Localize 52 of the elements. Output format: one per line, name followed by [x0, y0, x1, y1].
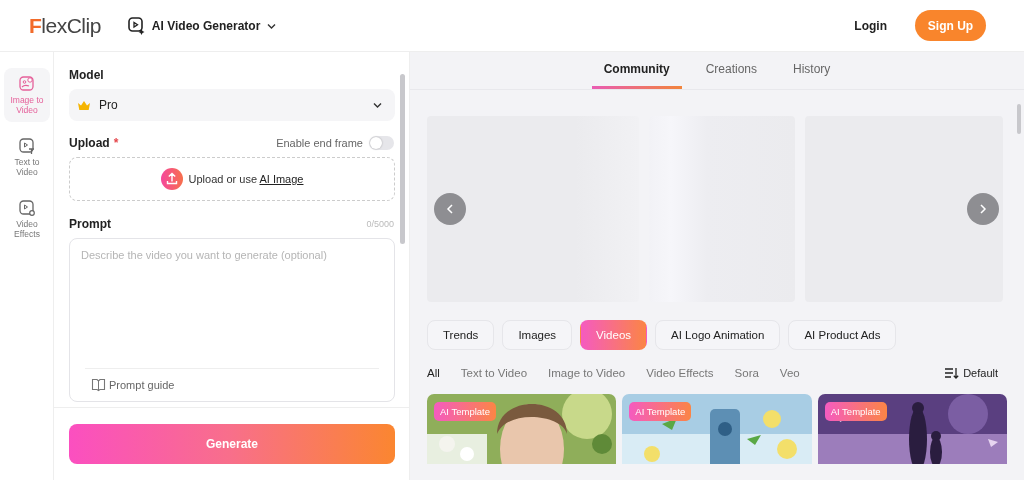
- toggle-switch[interactable]: [369, 136, 394, 150]
- sidebar-item[interactable]: Image to Video: [4, 68, 50, 122]
- category-chip[interactable]: Trends: [427, 320, 495, 350]
- filter-tab[interactable]: Sora: [734, 367, 759, 379]
- login-button[interactable]: Login: [848, 17, 893, 34]
- tab[interactable]: Creations: [693, 62, 769, 89]
- filter-tab[interactable]: Text to Video: [460, 367, 528, 379]
- prompt-guide-button[interactable]: Prompt guide: [85, 368, 379, 393]
- book-icon: [91, 377, 106, 392]
- upload-text: Upload or use AI Image: [188, 173, 304, 185]
- generate-button[interactable]: Generate: [69, 424, 395, 464]
- category-chip[interactable]: Images: [502, 320, 573, 350]
- filter-tab[interactable]: All: [427, 367, 440, 379]
- chevron-left-icon: [445, 203, 455, 215]
- crown-icon: [77, 99, 91, 111]
- template-card[interactable]: AI Template: [622, 394, 812, 464]
- template-badge: AI Template: [824, 402, 887, 421]
- chevron-right-icon: [978, 203, 988, 215]
- sidebar-item[interactable]: Text to Video: [4, 130, 50, 184]
- tab[interactable]: History: [781, 62, 843, 89]
- sort-icon: [944, 366, 960, 380]
- category-chip[interactable]: AI Logo Animation: [655, 320, 781, 350]
- upload-icon: [160, 168, 183, 190]
- template-badge: AI Template: [629, 402, 692, 421]
- required-mark: *: [113, 136, 119, 150]
- filter-tab[interactable]: Veo: [779, 367, 800, 379]
- character-counter: 0/5000: [366, 219, 394, 229]
- scrollbar: [1017, 104, 1021, 134]
- product-menu[interactable]: AI Video Generator: [126, 16, 278, 35]
- toggle-label: Enable end frame: [276, 137, 363, 149]
- model-select[interactable]: Pro: [69, 89, 395, 121]
- video-spark-icon: [126, 16, 146, 35]
- field-label: Model: [69, 68, 105, 82]
- tab[interactable]: Community: [591, 62, 682, 89]
- filter-tab[interactable]: Video Effects: [646, 367, 714, 379]
- upload-area[interactable]: Upload or use AI Image: [69, 157, 395, 201]
- chevron-down-icon: [372, 100, 383, 110]
- video-text-icon: [18, 137, 36, 155]
- field-label: Upload: [69, 136, 110, 150]
- prompt-field[interactable]: Describe the video you want to generate (optional) Prompt guide: [69, 238, 395, 402]
- image-icon: [18, 75, 36, 93]
- filter-tab[interactable]: Image to Video: [548, 367, 626, 379]
- sort-button[interactable]: Default: [944, 366, 998, 380]
- ai-image-link[interactable]: AI Image: [259, 173, 304, 185]
- video-effect-icon: [18, 199, 36, 217]
- field-label: Prompt: [69, 217, 111, 231]
- category-chip[interactable]: AI Product Ads: [788, 320, 897, 350]
- template-card[interactable]: AI Template: [427, 394, 617, 464]
- template-card[interactable]: AI Template: [817, 394, 1007, 464]
- sidebar-item[interactable]: Video Effects: [4, 192, 50, 246]
- logo[interactable]: FlexClip: [29, 13, 101, 38]
- template-badge: AI Template: [434, 402, 496, 421]
